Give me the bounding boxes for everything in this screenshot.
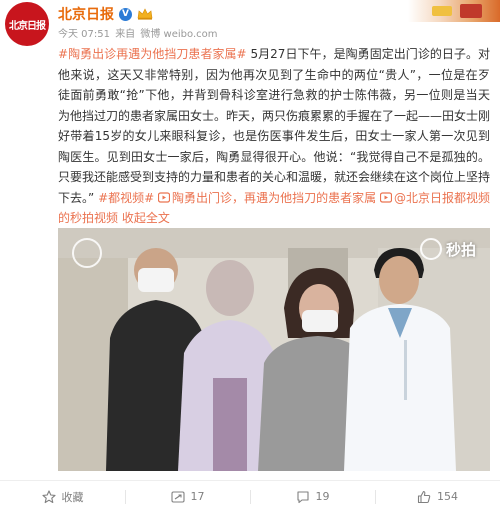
crown-icon — [137, 8, 153, 20]
post-header: 北京日报 北京日报 V 今天 07:51 来自 微博 weibo.com — [0, 0, 500, 46]
post-time[interactable]: 今天 07:51 — [58, 29, 110, 40]
thumbs-up-icon — [417, 490, 431, 503]
source-prefix: 来自 — [115, 29, 136, 40]
header-banner-image — [408, 0, 500, 22]
hashtag-link[interactable]: #都视频# — [98, 191, 154, 205]
name-row: 北京日报 V — [58, 4, 153, 24]
video-link[interactable]: 陶勇出门诊，再遇为他挡刀的患者家属 — [158, 191, 380, 205]
action-bar: 收藏 17 19 154 — [0, 481, 500, 512]
like-button[interactable]: 154 — [375, 481, 500, 512]
comment-count: 19 — [315, 490, 330, 503]
miaopai-watermark: 秒拍 — [419, 238, 476, 260]
post-text: #陶勇出诊再遇为他挡刀患者家属# 5月27日下午，是陶勇固定出门诊的日子。对他来… — [58, 44, 490, 229]
post-meta: 今天 07:51 来自 微博 weibo.com — [58, 25, 220, 40]
comment-button[interactable]: 19 — [250, 481, 375, 512]
video-link-label: 陶勇出门诊，再遇为他挡刀的患者家属 — [172, 190, 377, 205]
watermark-logo-left — [72, 238, 102, 268]
collapse-text-link[interactable]: 收起全文 — [122, 211, 170, 225]
star-icon — [41, 489, 56, 503]
username[interactable]: 北京日报 — [58, 4, 114, 24]
post-source: 微博 weibo.com — [140, 29, 218, 40]
repost-icon — [170, 490, 185, 503]
avatar-logo-text: 北京日报 — [9, 20, 46, 32]
comment-icon — [296, 490, 309, 503]
post-body: 5月27日下午，是陶勇固定出门诊的日子。对他来说，这天又非常特别，因为他再次见到… — [58, 47, 491, 205]
miaopai-watermark-text: 秒拍 — [445, 240, 476, 259]
video-link-icon — [379, 191, 392, 203]
verified-icon: V — [119, 7, 132, 21]
topic-link[interactable]: #陶勇出诊再遇为他挡刀患者家属# — [58, 47, 247, 61]
photo-illustration — [58, 228, 490, 471]
repost-count: 17 — [190, 490, 205, 503]
video-thumbnail[interactable]: 秒拍 — [58, 228, 490, 471]
favorite-label: 收藏 — [61, 490, 84, 504]
favorite-button[interactable]: 收藏 — [0, 481, 125, 512]
repost-button[interactable]: 17 — [125, 481, 250, 512]
miaopai-logo-icon — [419, 238, 442, 260]
video-link-icon — [158, 191, 171, 203]
avatar[interactable]: 北京日报 — [5, 2, 49, 46]
like-count: 154 — [437, 490, 458, 503]
